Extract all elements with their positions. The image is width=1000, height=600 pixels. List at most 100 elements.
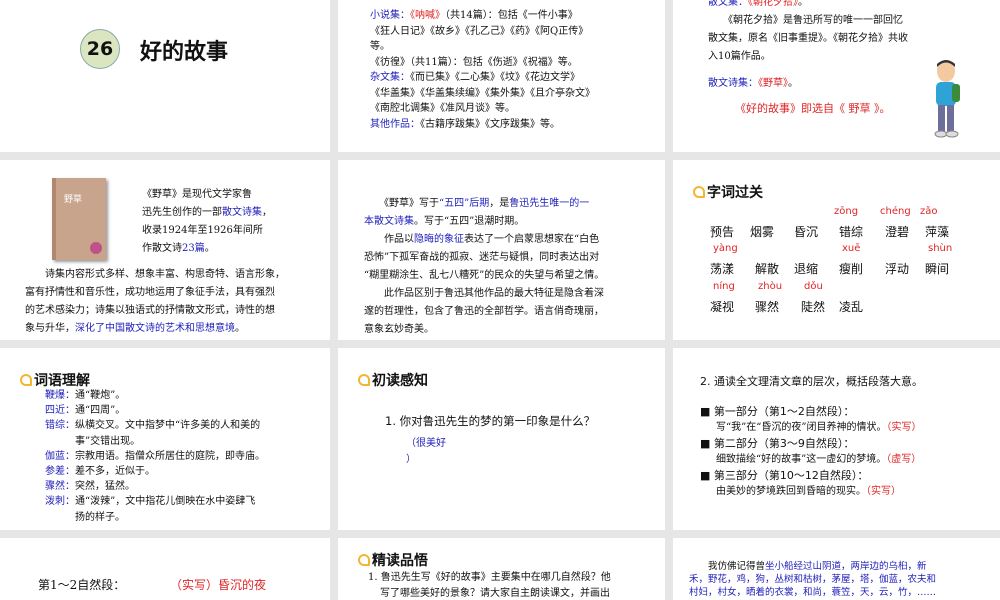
text-run: 通“四周”。	[75, 405, 126, 417]
text-run: 。	[235, 323, 245, 334]
text-run: 《野草》写于	[364, 198, 439, 209]
cartoon-boy-illustration	[934, 60, 960, 138]
part-heading: ■ 第三部分（第10～12自然段）：	[700, 468, 990, 484]
highlight-text: “五四”后期	[439, 198, 490, 209]
vocab-word: 骤然	[755, 300, 780, 314]
square-bullet-icon: ■	[700, 405, 714, 418]
part-summary: 写“我”在“昏沉的夜”闭目养神的情状。	[716, 422, 887, 433]
highlight-text: 骤然：	[45, 481, 75, 493]
highlight-text: 散文诗集：	[708, 78, 758, 89]
text-line: 散文集：《朝花夕拾》。	[708, 0, 908, 12]
part-description: 细致描绘“好的故事”这一虚幻的梦境。（虚写）	[700, 452, 990, 468]
vocab-grid: 预告 烟雾 昏沉 错综 zōng 澄碧 chéng 萍藻 zǎo 荡漾 yàng 解散 退缩 瘦削 xuē 浮…	[673, 160, 1000, 340]
vocab-word: 凝视	[710, 300, 735, 314]
text-run: 《华盖集》《华盖集续编》《集外集》《且介亭杂文》	[370, 87, 595, 99]
highlight-text: 小说集：	[370, 10, 410, 21]
part-description: 由美妙的梦境跌回到昏暗的现实。（实写）	[700, 484, 990, 500]
text-line: 本散文诗集。写于“五四”退潮时期。	[364, 213, 604, 231]
text-line: 的艺术感染力；诗集以独语式的抒情散文形式，诗性的想	[25, 302, 285, 320]
text-run: （共14篇）：包括《一件小事》	[445, 10, 578, 21]
pinyin-annotation: dǒu	[804, 281, 823, 292]
works-list: 小说集：《呐喊》（共14篇）：包括《一件小事》 《狂人日记》《故乡》《孔乙己》《药…	[370, 8, 595, 132]
writing-type-tag: （实写）	[866, 486, 901, 497]
bullet-icon	[358, 374, 370, 386]
text-run: 此作品区别于鲁迅其他作品的最大特征是隐含着深	[364, 288, 604, 299]
vocab-word: 烟雾	[750, 225, 775, 239]
paragraph-label: 第1～2自然段：	[38, 578, 126, 592]
highlight-text: 参差：	[45, 466, 75, 478]
text-line: 《南腔北调集》《准风月谈》等。	[370, 101, 595, 117]
question-text: 1. 鲁迅先生写《好的故事》主要集中在哪几自然段？他 写了哪些美好的景象？请大家…	[368, 570, 611, 600]
text-run: 我仿佛记得曾	[689, 561, 766, 572]
text-run: 《朝花夕拾》是鲁迅所写的唯一一部回忆	[708, 15, 903, 26]
text-line: 此作品区别于鲁迅其他作品的最大特征是隐含着深	[364, 285, 604, 303]
vocab-word: 预告	[710, 225, 735, 239]
pinyin-annotation: shùn	[928, 243, 953, 254]
text-run: 宗教用语。指僧众所居住的庭院，即寺庙。	[75, 450, 265, 462]
text-run: 扬的样子。	[45, 511, 125, 523]
text-run: 入10篇作品。	[708, 51, 771, 62]
pinyin-annotation: chéng	[880, 206, 911, 217]
answer-line: （很美好	[406, 438, 446, 449]
part-title: 第一部分（第1～2自然段）：	[713, 405, 855, 418]
part-summary: 细致描绘“好的故事”这一虚幻的梦境。	[716, 454, 887, 465]
book-cover-title: 野草	[64, 195, 83, 205]
section-title: 词语理解	[20, 370, 90, 390]
slide-thumbnail-8[interactable]: 初读感知 1. 你对鲁迅先生的梦的第一印象是什么？ （很美好 ）	[338, 348, 665, 530]
text-run: 迅先生创作的一部	[142, 207, 222, 218]
vocab-word: 昏沉	[794, 225, 819, 239]
text-run: 《野草》是现代文学家鲁	[142, 189, 252, 200]
text-line: 我仿佛记得曾坐小船经过山阴道，两岸边的乌桕，新	[689, 560, 936, 573]
text-line: 收录1924年至1926年间所	[142, 222, 272, 240]
section-title: 初读感知	[358, 370, 428, 390]
structure-heading: 2. 通读全文理清文章的层次，概括段落大意。	[700, 375, 923, 388]
text-line: 村妇，村女，晒着的衣裳，和尚，蓑笠，天，云，竹，……	[689, 586, 936, 599]
text-line: 散文诗集：《野草》。	[708, 76, 798, 92]
text-run: 《古籍序跋集》《文序跋集》等。	[420, 118, 560, 130]
highlight-text: 《朝花夕拾》	[748, 0, 798, 8]
answer-text: （很美好 ）	[406, 436, 446, 467]
text-line: 错综：纵横交叉。文中指梦中“许多美的人和美的	[45, 418, 265, 433]
slide-thumbnail-7[interactable]: 词语理解 鞭爆：通“鞭炮”。 四近：通“四周”。 错综：纵横交叉。文中指梦中“许多美…	[0, 348, 330, 530]
highlight-text: 伽蓝：	[45, 450, 75, 462]
slide-thumbnail-4[interactable]: 野草 《野草》是现代文学家鲁 迅先生创作的一部散文诗集， 收录1924年至1926年…	[0, 160, 330, 340]
text-line: 《野草》写于“五四”后期，是鲁迅先生唯一的一	[364, 195, 604, 213]
question-line: 1. 鲁迅先生写《好的故事》主要集中在哪几自然段？他	[368, 572, 611, 583]
highlight-text: 禾，野花，鸡，狗，丛树和枯树，茅屋，塔，伽蓝，农夫和	[689, 574, 937, 585]
vocab-word: 浮动	[885, 262, 910, 276]
text-line: 《华盖集》《华盖集续编》《集外集》《且介亭杂文》	[370, 86, 595, 102]
book-cover-image: 野草	[52, 178, 106, 260]
highlight-text: 其他作品：	[370, 118, 420, 130]
vocab-word: 澄碧	[885, 225, 910, 239]
slide-thumbnail-12[interactable]: 我仿佛记得曾坐小船经过山阴道，两岸边的乌桕，新 禾，野花，鸡，狗，丛树和枯树，茅屋…	[673, 538, 1000, 600]
lesson-number-badge: 26	[80, 29, 120, 69]
slide-thumbnail-11[interactable]: 精读品悟 1. 鲁迅先生写《好的故事》主要集中在哪几自然段？他 写了哪些美好的景…	[338, 538, 665, 600]
highlight-text: 《野草》	[758, 78, 788, 89]
text-line: 作品以隐晦的象征表达了一个启蒙思想家在“白色	[364, 231, 604, 249]
text-line: 杂文集：《而已集》《二心集》《坟》《花边文学》	[370, 70, 595, 86]
question-text: 1. 你对鲁迅先生的梦的第一印象是什么？	[385, 414, 596, 428]
text-run: 意象玄妙奇美。	[364, 324, 434, 335]
vocab-word: 退缩	[794, 262, 819, 276]
slide-thumbnail-6[interactable]: 字词过关 预告 烟雾 昏沉 错综 zōng 澄碧 chéng 萍藻 zǎo 荡漾 yàng 解散 退缩瘦…	[673, 160, 1000, 340]
prose-poem-line: 散文诗集：《野草》。	[708, 76, 798, 92]
slide-thumbnail-3[interactable]: 散文集：《朝花夕拾》。 《朝花夕拾》是鲁迅所写的唯一一部回忆散文集，原名《旧事重…	[673, 0, 1000, 152]
slide-thumbnail-9[interactable]: 2. 通读全文理清文章的层次，概括段落大意。 ■ 第一部分（第1～2自然段）： 写…	[673, 348, 1000, 530]
highlight-text: 村妇，村女，晒着的衣裳，和尚，蓑笠，天，云，竹，……	[689, 587, 937, 598]
slide-thumbnail-1[interactable]: 26 好的故事	[0, 0, 330, 152]
text-run: 的艺术感染力；诗集以独语式的抒情散文形式，诗性的想	[25, 305, 275, 316]
slide-thumbnail-5[interactable]: 《野草》写于“五四”后期，是鲁迅先生唯一的一 本散文诗集。写于“五四”退潮时期。 …	[338, 160, 665, 340]
highlight-text: 鲁迅先生唯一的一	[509, 198, 590, 209]
text-run: 。	[798, 0, 808, 8]
highlight-text: 坐小船经过山阴道，两岸边的乌桕，新	[765, 561, 927, 572]
text-run: 等。	[370, 41, 390, 52]
slide-thumbnail-10[interactable]: 第1～2自然段： （实写）昏沉的夜	[0, 538, 330, 600]
pinyin-annotation: xuē	[842, 243, 861, 254]
pinyin-annotation: zōng	[834, 206, 859, 217]
text-run: 表达了一个启蒙思想家在“白色	[464, 234, 600, 245]
bullet-icon	[20, 374, 32, 386]
text-run: 。	[788, 78, 798, 89]
slide-thumbnail-2[interactable]: 小说集：《呐喊》（共14篇）：包括《一件小事》 《狂人日记》《故乡》《孔乙己》《药…	[338, 0, 665, 152]
text-run: 作散文诗	[142, 243, 182, 254]
text-line: 散文集，原名《旧事重提》。《朝花夕拾》共收	[708, 30, 908, 48]
